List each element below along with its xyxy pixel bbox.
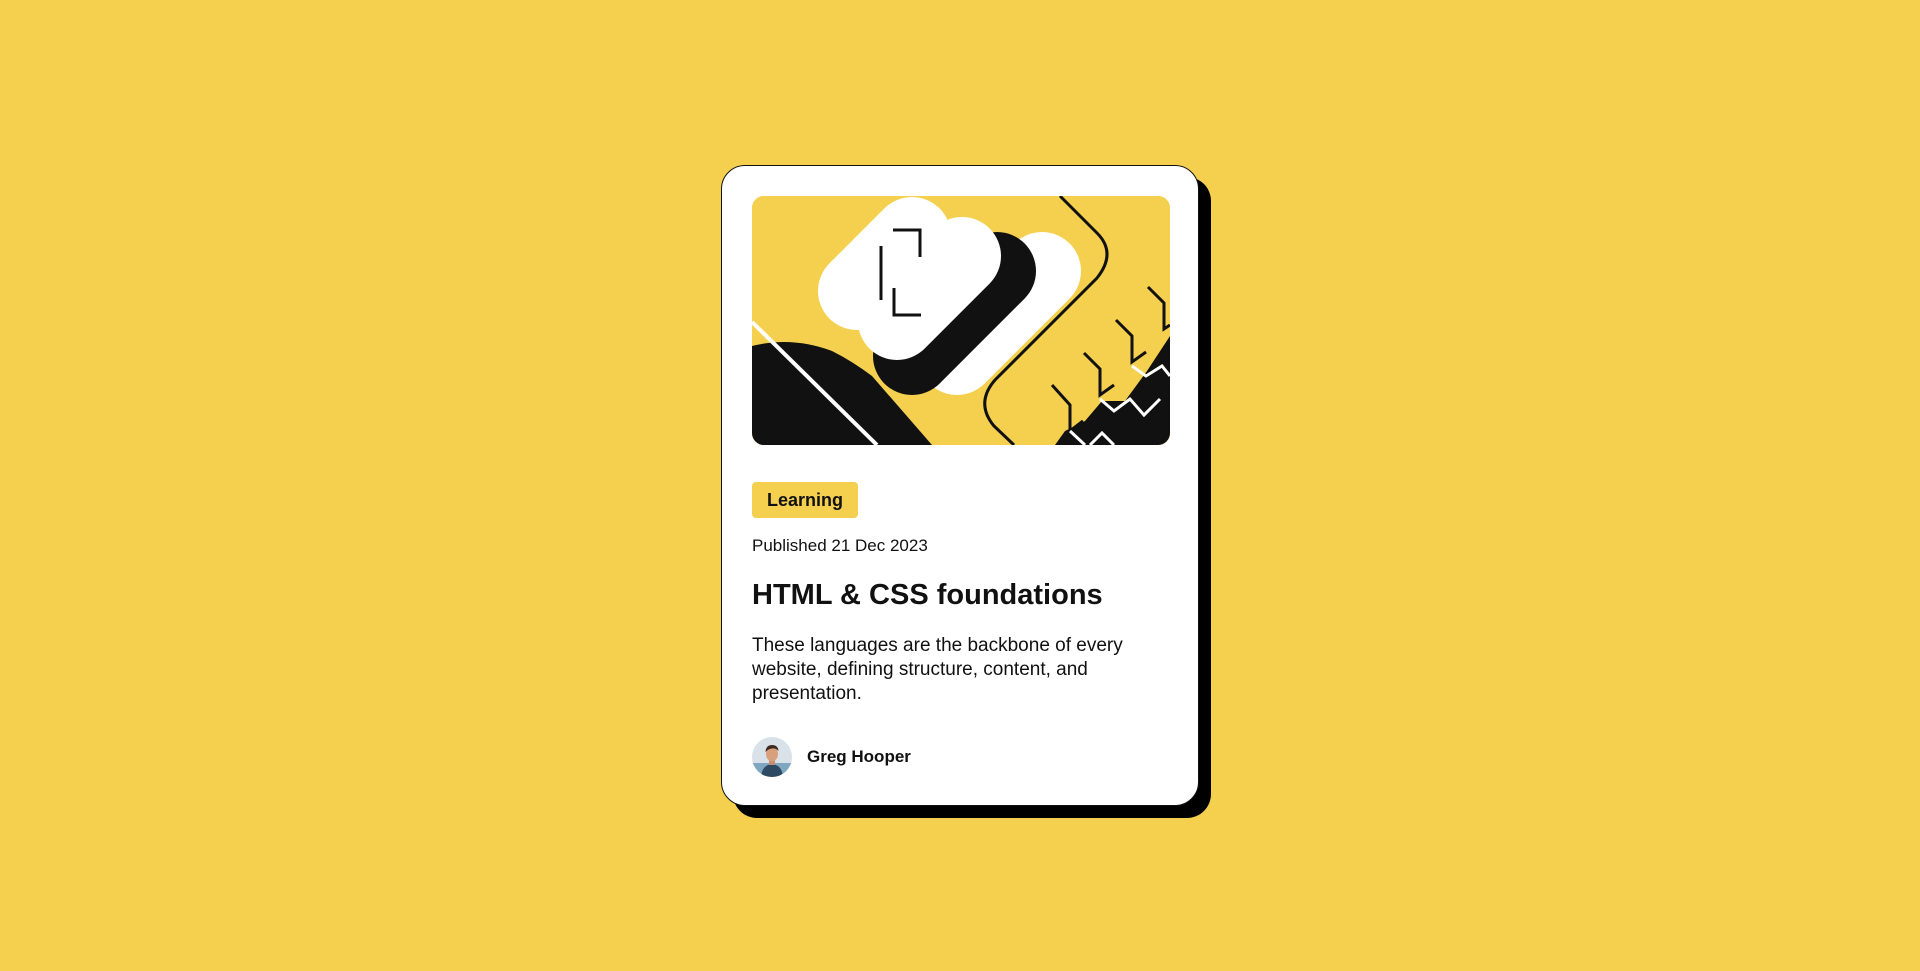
author: Greg Hooper	[752, 736, 911, 777]
card-description: These languages are the backbone of ever…	[752, 635, 1123, 704]
author-name: Greg Hooper	[807, 746, 911, 766]
category-tag: Learning	[752, 482, 859, 518]
avatar-image	[752, 736, 792, 777]
blog-preview-card: Learning Published 21 Dec 2023 HTML & CS…	[721, 165, 1199, 806]
avatar	[752, 736, 792, 777]
published-date: Published 21 Dec 2023	[752, 536, 928, 555]
card-illustration	[752, 196, 1170, 445]
card-title[interactable]: HTML & CSS foundations	[752, 577, 1103, 613]
abstract-illustration-image	[752, 196, 1170, 445]
